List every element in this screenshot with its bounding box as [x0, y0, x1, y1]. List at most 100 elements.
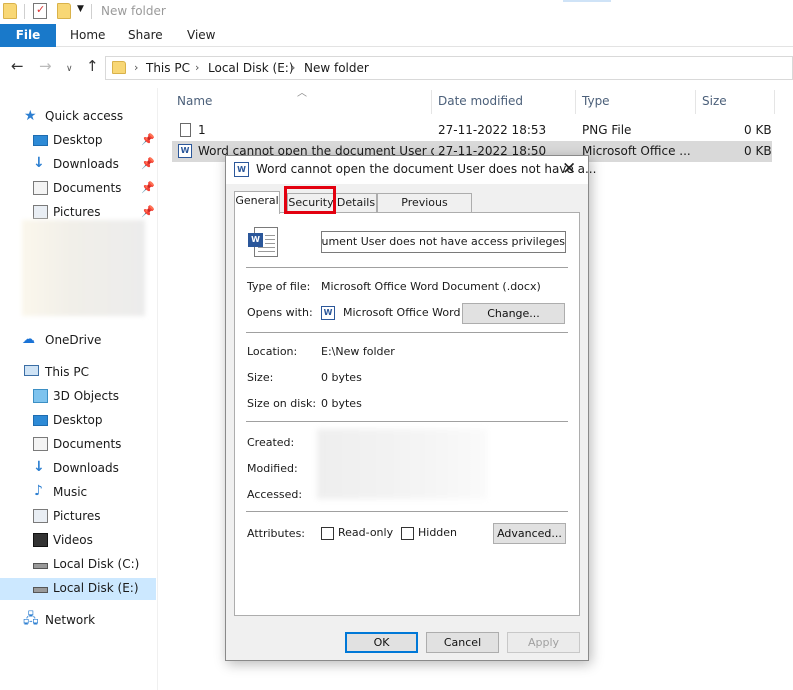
network-icon: 🖧 [23, 611, 39, 627]
modified-label: Modified: [247, 462, 298, 475]
column-divider[interactable] [575, 90, 576, 114]
apply-button[interactable]: Apply [507, 632, 580, 653]
advanced-button[interactable]: Advanced... [493, 523, 566, 544]
pin-icon[interactable]: 📌 [141, 181, 155, 194]
nav-label: Pictures [53, 205, 101, 219]
tab-general[interactable]: General [234, 191, 280, 214]
attributes-label: Attributes: [247, 527, 306, 540]
forward-arrow-icon[interactable]: → [39, 58, 52, 74]
ribbon: File Home Share View [0, 24, 793, 47]
column-header-name[interactable]: Name [177, 94, 212, 108]
nav-item-pictures-pc[interactable]: Pictures [0, 506, 156, 528]
readonly-label[interactable]: Read-only [338, 526, 393, 539]
chevron-right-icon[interactable]: › [134, 61, 138, 74]
title-bar: ✓ ▼ New folder [0, 0, 793, 24]
nav-label: Videos [53, 533, 93, 547]
dialog-title-bar[interactable]: W Word cannot open the document User doe… [226, 156, 596, 184]
download-arrow-icon: ↓ [33, 155, 45, 171]
chevron-right-icon[interactable]: › [195, 61, 199, 74]
document-icon [33, 437, 48, 451]
tab-security[interactable]: Security [287, 193, 335, 213]
size-value: 0 bytes [321, 371, 362, 384]
new-folder-icon[interactable] [57, 3, 71, 19]
nav-item-3d-objects[interactable]: 3D Objects [0, 386, 156, 408]
divider [246, 267, 568, 268]
file-name: 1 [198, 123, 206, 137]
column-header-size[interactable]: Size [702, 94, 727, 108]
file-tab[interactable]: File [0, 24, 56, 47]
location-label: Location: [247, 345, 298, 358]
word-file-icon: W [234, 162, 249, 177]
filename-field[interactable]: Word cannot open the document User does … [321, 231, 566, 253]
column-divider[interactable] [774, 90, 775, 114]
type-label: Type of file: [247, 280, 311, 293]
recent-locations-icon[interactable]: ∨ [66, 61, 73, 77]
up-arrow-icon[interactable]: ↑ [86, 58, 99, 74]
divider [246, 421, 568, 422]
pin-icon[interactable]: 📌 [141, 205, 155, 218]
location-value: E:\New folder [321, 345, 395, 358]
general-panel: W Word cannot open the document User doe… [234, 212, 580, 616]
hidden-checkbox[interactable] [401, 527, 414, 540]
drive-icon [33, 563, 48, 569]
properties-icon[interactable]: ✓ [33, 3, 47, 19]
navigation-bar: ← → ∨ ↑ › This PC › Local Disk (E:) › Ne… [0, 52, 793, 82]
nav-item-documents[interactable]: Documents 📌 [0, 178, 156, 200]
separator [91, 4, 92, 19]
blurred-region [22, 220, 145, 316]
customize-toolbar-icon[interactable]: ▼ [77, 4, 84, 14]
tab-previous-versions[interactable]: Previous Versions [377, 193, 472, 227]
nav-onedrive[interactable]: ☁ OneDrive [0, 330, 156, 352]
nav-item-local-disk-e[interactable]: Local Disk (E:) [0, 578, 156, 600]
video-icon [33, 533, 48, 547]
tab-home[interactable]: Home [70, 24, 105, 47]
desktop-icon [33, 135, 48, 146]
column-divider[interactable] [431, 90, 432, 114]
breadcrumb-this-pc[interactable]: This PC [146, 61, 190, 75]
nav-item-downloads[interactable]: ↓ Downloads 📌 [0, 154, 156, 176]
cancel-button[interactable]: Cancel [426, 632, 499, 653]
nav-item-music[interactable]: ♪ Music [0, 482, 156, 504]
tab-view[interactable]: View [187, 24, 215, 47]
close-icon[interactable]: ✕ [562, 159, 576, 179]
pin-icon[interactable]: 📌 [141, 133, 155, 146]
tab-share[interactable]: Share [128, 24, 163, 47]
file-date: 27-11-2022 18:53 [438, 123, 547, 137]
address-bar[interactable]: › This PC › Local Disk (E:) › New folder [105, 56, 793, 80]
nav-item-local-disk-c[interactable]: Local Disk (C:) [0, 554, 156, 576]
tab-details[interactable]: Details [335, 193, 377, 213]
nav-item-desktop-pc[interactable]: Desktop [0, 410, 156, 432]
nav-label: This PC [45, 365, 89, 379]
nav-item-videos[interactable]: Videos [0, 530, 156, 552]
breadcrumb-new-folder[interactable]: New folder [304, 61, 369, 75]
opens-with-label: Opens with: [247, 306, 313, 319]
pin-icon[interactable]: 📌 [141, 157, 155, 170]
hidden-label[interactable]: Hidden [418, 526, 457, 539]
nav-item-downloads-pc[interactable]: ↓ Downloads [0, 458, 156, 480]
nav-network[interactable]: 🖧 Network [0, 610, 156, 632]
change-button[interactable]: Change... [462, 303, 565, 324]
nav-item-desktop[interactable]: Desktop 📌 [0, 130, 156, 152]
nav-this-pc[interactable]: This PC [0, 362, 156, 384]
music-note-icon: ♪ [34, 483, 43, 499]
column-header-date[interactable]: Date modified [438, 94, 523, 108]
nav-label: Downloads [53, 157, 119, 171]
nav-label: Documents [53, 181, 122, 195]
column-header-type[interactable]: Type [582, 94, 610, 108]
back-arrow-icon[interactable]: ← [11, 58, 24, 74]
star-icon: ★ [24, 108, 37, 124]
nav-label: 3D Objects [53, 389, 120, 403]
nav-quick-access[interactable]: ★ Quick access [0, 106, 156, 128]
pictures-icon [33, 205, 48, 219]
pictures-icon [33, 509, 48, 523]
ok-button[interactable]: OK [345, 632, 418, 653]
table-row[interactable]: 1 27-11-2022 18:53 PNG File 0 KB [172, 120, 772, 141]
document-icon [33, 181, 48, 195]
chevron-right-icon[interactable]: › [291, 61, 295, 74]
folder-icon [112, 61, 126, 74]
column-divider[interactable] [695, 90, 696, 114]
readonly-checkbox[interactable] [321, 527, 334, 540]
nav-item-documents-pc[interactable]: Documents [0, 434, 156, 456]
cloud-icon: ☁ [22, 332, 35, 347]
breadcrumb-local-disk-e[interactable]: Local Disk (E:) [208, 61, 294, 75]
